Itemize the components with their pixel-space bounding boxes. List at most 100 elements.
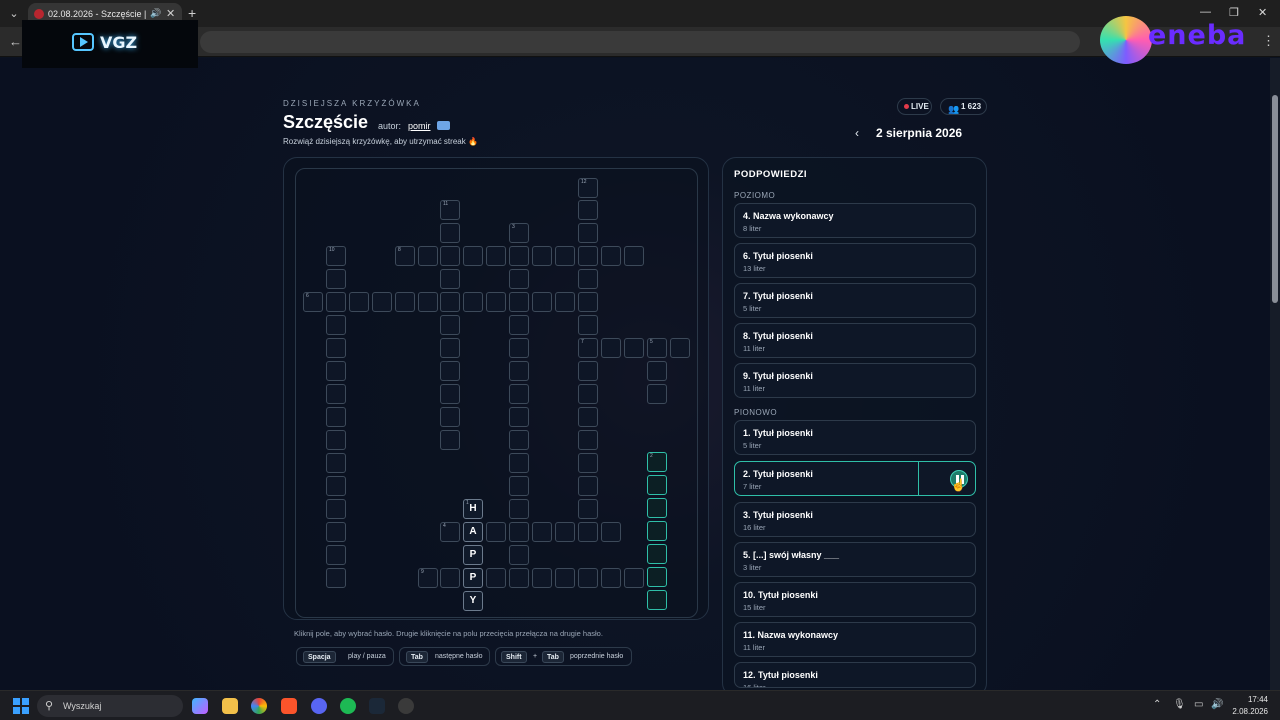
crossword-cell[interactable]: P — [463, 545, 483, 565]
crossword-cell[interactable] — [555, 246, 575, 266]
crossword-cell[interactable] — [647, 384, 667, 404]
prev-day-chevron-icon[interactable]: ‹ — [855, 126, 859, 140]
crossword-cell[interactable] — [395, 292, 415, 312]
clue-item[interactable]: 10. Tytuł piosenki 15 liter — [734, 582, 976, 617]
crossword-cell[interactable] — [372, 292, 392, 312]
clue-item[interactable]: 5. [...] swój własny ___ 3 liter — [734, 542, 976, 577]
crossword-cell[interactable] — [326, 315, 346, 335]
crossword-cell[interactable] — [578, 292, 598, 312]
crossword-cell[interactable]: 10 — [326, 246, 346, 266]
crossword-cell[interactable]: 9 — [418, 568, 438, 588]
brave-icon[interactable] — [281, 698, 297, 714]
crossword-cell[interactable] — [326, 499, 346, 519]
crossword-cell[interactable] — [509, 407, 529, 427]
crossword-cell[interactable] — [532, 246, 552, 266]
crossword-cell[interactable] — [326, 384, 346, 404]
crossword-cell[interactable] — [486, 522, 506, 542]
crossword-cell[interactable] — [509, 453, 529, 473]
clue-item[interactable]: 8. Tytuł piosenki 11 liter — [734, 323, 976, 358]
crossword-cell[interactable] — [647, 361, 667, 381]
tab-audio-icon[interactable]: 🔊 — [150, 8, 161, 19]
crossword-cell[interactable] — [440, 430, 460, 450]
new-tab-icon[interactable]: + — [188, 5, 196, 21]
crossword-cell[interactable] — [509, 499, 529, 519]
crossword-cell[interactable] — [326, 361, 346, 381]
clue-item[interactable]: 9. Tytuł piosenki 11 liter — [734, 363, 976, 398]
crossword-cell[interactable] — [647, 567, 667, 587]
clue-item[interactable]: 6. Tytuł piosenki 13 liter — [734, 243, 976, 278]
crossword-cell[interactable] — [440, 338, 460, 358]
omnibox[interactable] — [200, 31, 1080, 53]
crossword-cell[interactable] — [440, 361, 460, 381]
crossword-cell[interactable] — [326, 522, 346, 542]
crossword-cell[interactable] — [624, 338, 644, 358]
tab-close-icon[interactable]: ✕ — [166, 7, 175, 20]
crossword-cell[interactable]: 11 — [440, 200, 460, 220]
crossword-cell[interactable] — [624, 568, 644, 588]
crossword-cell[interactable] — [601, 338, 621, 358]
crossword-cell[interactable] — [463, 292, 483, 312]
crossword-cell[interactable] — [578, 200, 598, 220]
crossword-cell[interactable]: 1H — [463, 499, 483, 519]
spotify-icon[interactable] — [340, 698, 356, 714]
crossword-cell[interactable] — [440, 269, 460, 289]
crossword-cell[interactable]: 6 — [303, 292, 323, 312]
crossword-cell[interactable] — [509, 246, 529, 266]
crossword-cell[interactable] — [578, 384, 598, 404]
clue-item[interactable]: 11. Nazwa wykonawcy 11 liter — [734, 622, 976, 657]
crossword-cell[interactable] — [440, 568, 460, 588]
crossword-cell[interactable] — [326, 476, 346, 496]
crossword-cell[interactable] — [578, 499, 598, 519]
crossword-cell[interactable] — [578, 476, 598, 496]
crossword-cell[interactable] — [326, 430, 346, 450]
crossword-cell[interactable] — [509, 476, 529, 496]
crossword-cell[interactable] — [578, 246, 598, 266]
crossword-cell[interactable]: 3 — [509, 223, 529, 243]
copilot-icon[interactable] — [192, 698, 208, 714]
crossword-cell[interactable] — [440, 315, 460, 335]
crossword-cell[interactable] — [555, 522, 575, 542]
crossword-cell[interactable] — [601, 522, 621, 542]
crossword-cell[interactable] — [418, 246, 438, 266]
crossword-cell[interactable] — [509, 315, 529, 335]
crossword-cell[interactable] — [532, 568, 552, 588]
crossword-cell[interactable] — [555, 292, 575, 312]
crossword-cell[interactable] — [486, 246, 506, 266]
crossword-cell[interactable] — [326, 568, 346, 588]
crossword-cell[interactable]: 7 — [578, 338, 598, 358]
crossword-cell[interactable] — [578, 315, 598, 335]
crossword-cell[interactable] — [326, 453, 346, 473]
clue-item[interactable]: 7. Tytuł piosenki 5 liter — [734, 283, 976, 318]
crossword-cell[interactable] — [647, 590, 667, 610]
tab-search-icon[interactable]: ⌄ — [6, 6, 22, 22]
crossword-cell[interactable] — [532, 522, 552, 542]
tray-chevron-icon[interactable]: ⌃ — [1153, 699, 1161, 710]
crossword-cell[interactable] — [624, 246, 644, 266]
crossword-cell[interactable] — [509, 361, 529, 381]
crossword-cell[interactable]: P — [463, 568, 483, 588]
crossword-cell[interactable]: A — [463, 522, 483, 542]
crossword-cell[interactable] — [578, 568, 598, 588]
crossword-cell[interactable] — [509, 522, 529, 542]
clue-item[interactable]: 1. Tytuł piosenki 5 liter — [734, 420, 976, 455]
crossword-cell[interactable] — [647, 521, 667, 541]
file-explorer-icon[interactable] — [222, 698, 238, 714]
crossword-cell[interactable] — [326, 407, 346, 427]
crossword-cell[interactable] — [509, 430, 529, 450]
windows-start-icon[interactable] — [13, 698, 29, 714]
crossword-cell[interactable]: Y — [463, 591, 483, 611]
crossword-cell[interactable] — [509, 292, 529, 312]
scrollbar-thumb[interactable] — [1272, 95, 1278, 303]
clue-item[interactable]: 4. Nazwa wykonawcy 8 liter — [734, 203, 976, 238]
crossword-cell[interactable] — [578, 361, 598, 381]
app-icon[interactable] — [398, 698, 414, 714]
volume-icon[interactable]: 🔊 — [1211, 699, 1223, 710]
crossword-cell[interactable] — [509, 545, 529, 565]
crossword-cell[interactable] — [440, 407, 460, 427]
taskbar-search[interactable]: ⚲ Wyszukaj — [37, 695, 183, 717]
crossword-cell[interactable]: 4 — [440, 522, 460, 542]
crossword-cell[interactable] — [578, 407, 598, 427]
crossword-cell[interactable] — [601, 568, 621, 588]
crossword-cell[interactable] — [440, 292, 460, 312]
crossword-cell[interactable] — [349, 292, 369, 312]
